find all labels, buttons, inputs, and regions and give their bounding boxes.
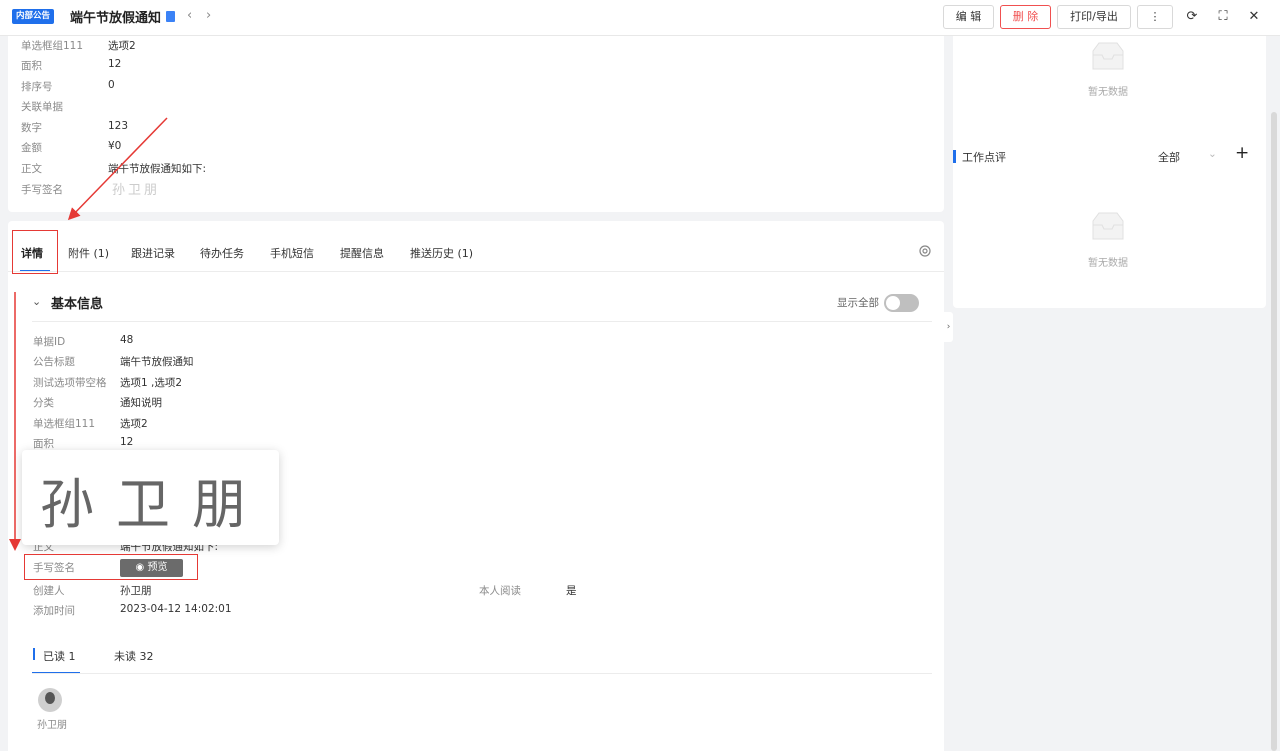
empty-inbox-icon xyxy=(1092,212,1124,240)
scrollbar[interactable] xyxy=(1271,112,1277,751)
empty-inbox-icon xyxy=(1092,42,1124,70)
comment-panel: 工作点评 全部 ⌄ + 暂无数据 xyxy=(953,133,1266,308)
comment-title: 工作点评 xyxy=(962,151,1006,164)
empty-text: 暂无数据 xyxy=(1088,258,1128,269)
add-comment-icon[interactable]: + xyxy=(1235,143,1249,163)
comment-filter-select[interactable]: 全部 xyxy=(1158,149,1180,165)
empty-text: 暂无数据 xyxy=(1088,87,1128,98)
chevron-down-icon[interactable]: ⌄ xyxy=(1208,148,1217,160)
comment-title-marker xyxy=(953,150,956,163)
collapse-sidebar-handle[interactable]: › xyxy=(944,312,953,342)
